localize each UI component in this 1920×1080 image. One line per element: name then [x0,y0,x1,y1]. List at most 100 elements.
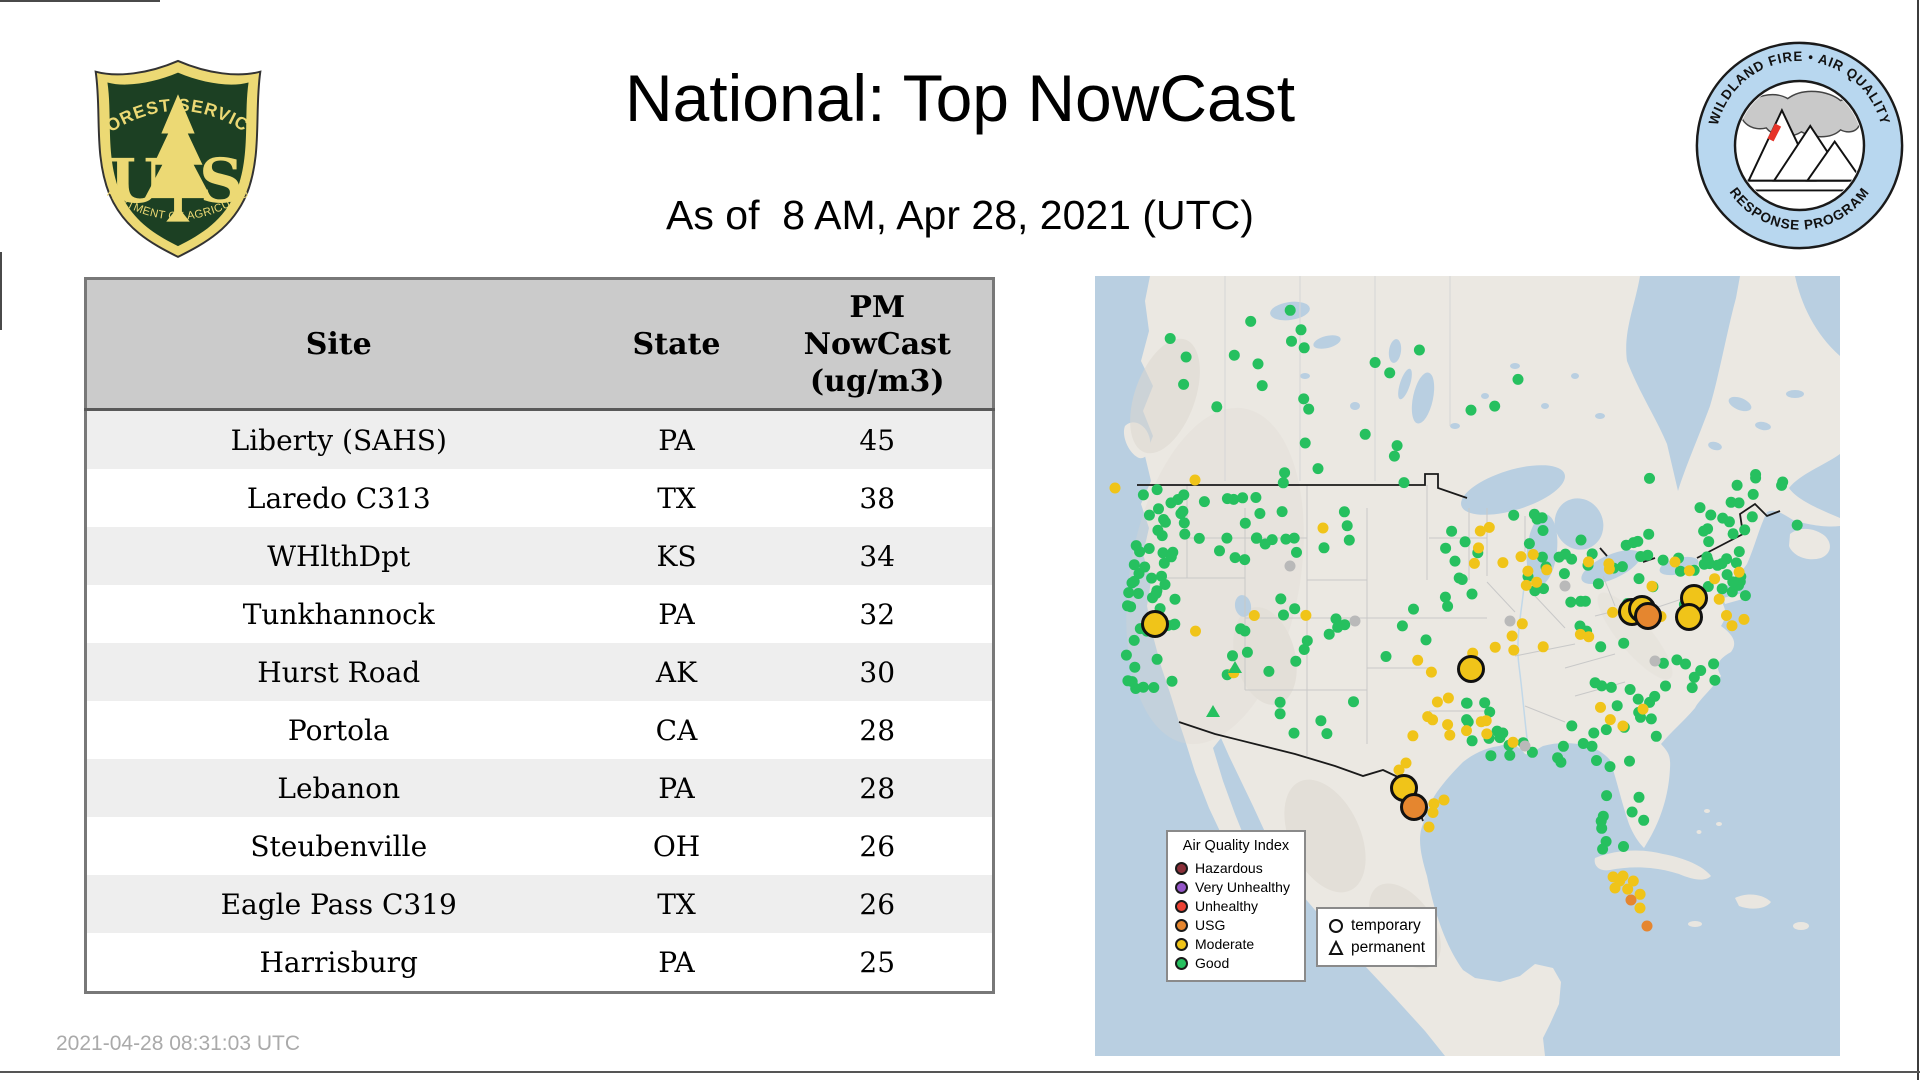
site-marker-good [1277,477,1289,489]
legend-item-temporary: temporary [1328,915,1425,937]
site-marker-good [1723,516,1735,528]
site-marker-good [1708,658,1720,670]
site-marker-good [1645,713,1657,725]
site-marker-good [1178,378,1190,390]
legend-swatch-icon [1175,900,1188,913]
table-row: Tunkhannock PA 32 [85,585,994,643]
table-row: Laredo C313 TX 38 [85,469,994,527]
site-marker-moderate [1537,641,1549,653]
site-marker-good [1341,520,1353,532]
site-marker-good [1597,810,1609,822]
pm-nowcast-cell: 26 [859,887,896,921]
dashboard-page: FOREST SERVICE DEPARTMENT OF AGRICULTURE… [0,0,1920,1080]
air-quality-map: Air Quality Index Hazardous Very Unhealth… [1095,276,1840,1056]
site-marker-moderate [1738,613,1750,625]
site-marker-good [1391,440,1403,452]
legend-item-label: Good [1195,955,1230,971]
site-marker-good [1290,655,1302,667]
site-marker-moderate [1622,883,1634,895]
top-nowcast-table: Site State PM NowCast (ug/m3) Liberty (SAHS)… [84,277,995,994]
site-marker-good [1709,674,1721,686]
site-marker-good [1589,677,1601,689]
site-marker-good [1695,665,1707,676]
col-header-pm-nowcast-ug-m3-: PM NowCast (ug/m3) [762,278,994,411]
site-marker-good [1323,628,1335,640]
state-cell: KS [656,539,697,573]
site-marker-good [1633,573,1645,585]
pm-nowcast-cell: 30 [859,655,896,689]
pm-nowcast-cell: 38 [859,481,896,515]
site-marker-good [1537,525,1549,536]
site-cell: Portola [287,713,390,747]
table-row: WHlthDpt KS 34 [85,527,994,585]
legend-item-label: Hazardous [1195,860,1263,876]
site-marker-good [1152,524,1164,536]
state-cell: TX [657,887,696,921]
site-marker-good [1446,525,1458,537]
site-marker-good [1128,634,1140,646]
site-marker-moderate [1541,564,1553,576]
site-marker-good [1479,697,1491,709]
site-marker-gray [1519,740,1531,752]
site-marker-good [1169,593,1181,605]
site-marker-good [1635,551,1647,562]
site-marker-moderate [1407,730,1419,742]
site-marker-moderate [1607,606,1619,618]
site-marker-good [1278,609,1289,621]
site-marker-good [1369,357,1381,368]
site-marker-good [1618,637,1630,649]
site-marker-good [1288,727,1300,739]
site-marker-good [1122,675,1134,687]
site-marker-good [1235,623,1247,635]
site-marker-good [1274,696,1286,708]
site-marker-good [1177,505,1189,517]
site-marker-good [1159,516,1171,528]
legend-item-unhealthy: Unhealthy [1175,897,1297,916]
site-marker-moderate [1527,549,1539,560]
site-marker-good [1193,532,1205,544]
site-marker-good [1595,641,1607,653]
legend-item-label: USG [1195,917,1226,933]
site-marker-good [1388,450,1400,462]
site-marker-good [1166,675,1178,687]
legend-item-good: Good [1175,954,1297,973]
site-marker-good [1125,601,1137,613]
state-cell: PA [658,423,695,457]
site-marker-good [1776,479,1788,491]
site-marker-moderate [1506,630,1518,642]
site-marker-good [1321,728,1333,740]
site-marker-good [1164,333,1176,344]
table-row: Steubenville OH 26 [85,817,994,875]
wfaqrp-logo: WILDLAND FIRE • AIR QUALITY RESPONSE PRO… [1695,41,1904,250]
site-marker-moderate [1508,644,1520,656]
site-marker-good [1601,790,1613,802]
site-marker-moderate [1609,882,1621,894]
site-marker-moderate [1522,565,1534,577]
pm-nowcast-cell: 45 [859,423,896,457]
site-marker-good [1605,681,1617,693]
site-marker-good [1245,315,1257,327]
site-marker-good [1129,661,1141,673]
site-cell: Harrisburg [259,945,418,979]
site-marker-good [1604,761,1616,773]
site-marker-good [1616,561,1628,573]
pm-nowcast-cell: 26 [859,829,896,863]
site-marker-good [1456,574,1468,585]
site-marker-moderate [1603,563,1615,575]
site-marker-good [1180,351,1192,363]
site-marker-good [1343,534,1355,546]
site-marker-good [1657,554,1669,566]
temporary-circle-icon [1329,919,1343,933]
site-marker-good [1733,497,1745,509]
site-marker-good [1338,506,1350,518]
site-marker-usg [1641,920,1653,932]
site-marker-good [1384,367,1396,379]
site-marker-good [1466,588,1478,600]
site-marker-good [1139,561,1151,573]
site-marker-good [1727,528,1739,540]
site-marker-moderate [1431,696,1443,708]
legend-item-usg: USG [1175,916,1297,935]
site-marker-moderate [1300,609,1312,621]
site-marker-moderate [1489,641,1501,653]
state-cell: CA [655,713,698,747]
